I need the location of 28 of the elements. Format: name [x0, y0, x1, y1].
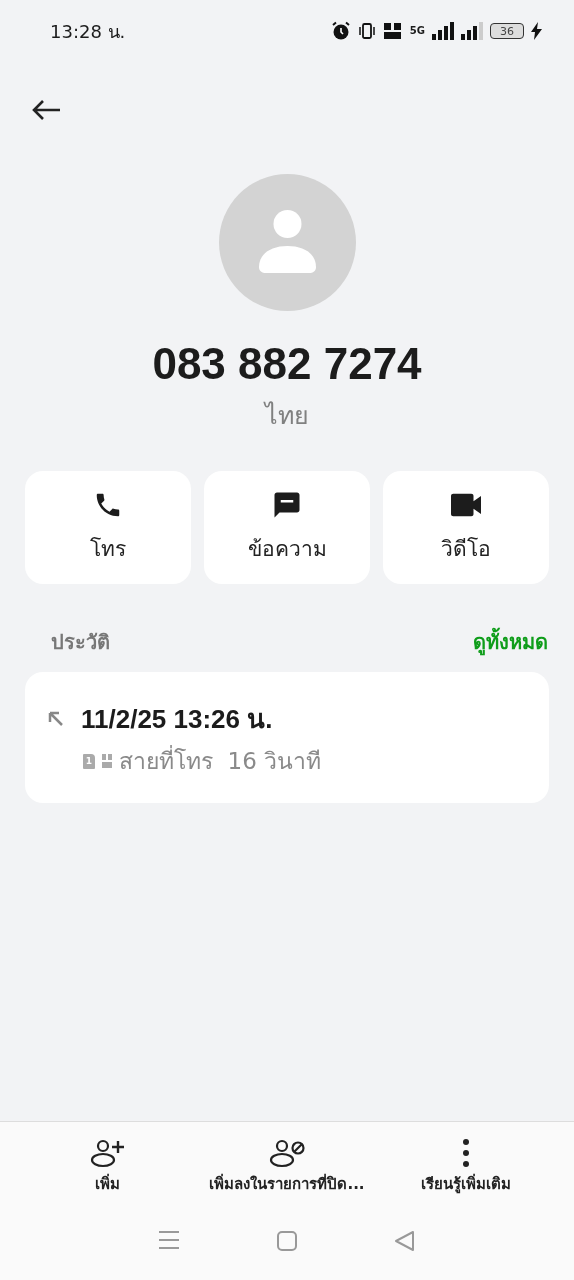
more-button[interactable]: เรียนรู้เพิ่มเติม — [417, 1134, 516, 1200]
outgoing-call-icon — [47, 709, 65, 728]
call-datetime: 11/2/25 13:26 น. — [81, 703, 273, 736]
phone-number: 083 882 7274 — [152, 339, 422, 389]
sim-badge: 1 — [83, 753, 95, 769]
battery-level: 36 — [490, 23, 524, 39]
add-button[interactable]: เพิ่ม — [85, 1134, 130, 1200]
call-button[interactable]: โทร — [25, 471, 191, 584]
signal-icon — [461, 22, 483, 40]
call-log-card[interactable]: 11/2/25 13:26 น. 1 สายที่โทร 16 วินาที — [25, 672, 549, 803]
network-type: 5G — [409, 26, 425, 36]
section-title: ประวัติ — [51, 629, 110, 656]
menu-button[interactable] — [158, 1230, 180, 1252]
location-label: ไทย — [265, 400, 309, 432]
call-detail: สายที่โทร 16 วินาที — [119, 743, 322, 779]
alarm-icon — [330, 21, 351, 41]
message-button[interactable]: ข้อความ — [204, 471, 370, 584]
signal-icon — [432, 22, 454, 40]
vibrate-icon — [357, 22, 376, 40]
message-icon — [272, 490, 302, 520]
add-contact-icon — [89, 1138, 126, 1168]
more-icon — [462, 1138, 471, 1168]
back-nav-button[interactable] — [394, 1230, 416, 1252]
video-button[interactable]: วิดีโอ — [383, 471, 549, 584]
block-button[interactable]: เพิ่มลงในรายการที่ปิด... — [205, 1134, 369, 1200]
block-contact-icon — [269, 1138, 305, 1168]
home-button[interactable] — [276, 1230, 298, 1252]
status-time: 13:28 น. — [50, 19, 126, 44]
